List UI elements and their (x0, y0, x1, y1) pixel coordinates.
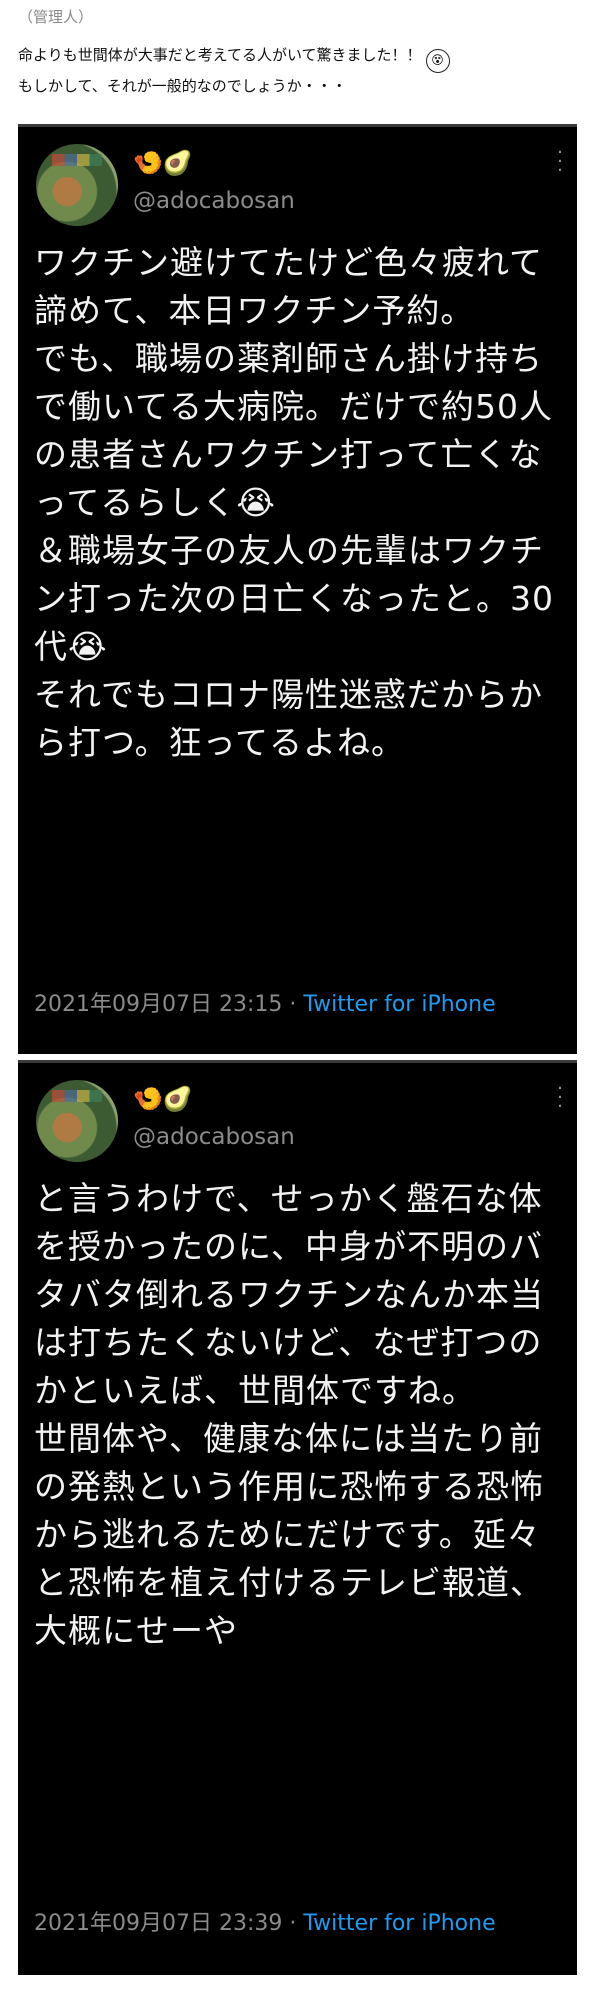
user-handle[interactable]: @adocabosan (133, 1124, 295, 1150)
tweet-text: と言うわけで、せっかく盤石な体を授かったのに、中身が不明のバタバタ倒れるワクチン… (34, 1179, 544, 1650)
meta-separator: · (289, 992, 297, 1017)
avatar[interactable] (36, 144, 118, 226)
tweet-source-link[interactable]: Twitter for iPhone (303, 1911, 495, 1936)
tweet-meta: 2021年09月07日 23:15 · Twitter for iPhone (34, 986, 496, 1018)
intro-line-1: 命よりも世間体が大事だと考えてる人がいて驚きました！！ 😵 (18, 42, 578, 73)
tweet-screenshot-1: 🍤🥑 @adocabosan · · · ワクチン避けてたけど色々疲れて諦めて、本日… (18, 124, 577, 1054)
tweet-timestamp[interactable]: 2021年09月07日 23:15 (34, 992, 282, 1017)
dizzy-face-icon: 😵 (425, 49, 450, 73)
more-options-icon[interactable]: · · · (555, 1080, 565, 1116)
display-name-emojis[interactable]: 🍤🥑 (133, 1084, 193, 1114)
intro-line-1-text: 命よりも世間体が大事だと考えてる人がいて驚きました！！ (18, 46, 422, 64)
tweet-text: ワクチン避けてたけど色々疲れて諦めて、本日ワクチン予約。 でも、職場の薬剤師さん… (34, 243, 554, 762)
avatar[interactable] (36, 1080, 118, 1162)
intro-line-2: もしかして、それが一般的なのでしょうか・・・ (18, 77, 347, 95)
tweet-card: 🍤🥑 @adocabosan · · · ワクチン避けてたけど色々疲れて諦めて、本日… (18, 124, 577, 1054)
meta-separator: · (289, 1911, 297, 1936)
tweet-card: 🍤🥑 @adocabosan · · · と言うわけで、せっかく盤石な体を授かったの… (18, 1060, 577, 1975)
tweet-meta: 2021年09月07日 23:39 · Twitter for iPhone (34, 1905, 496, 1937)
tweet-source-link[interactable]: Twitter for iPhone (303, 992, 495, 1017)
more-options-icon[interactable]: · · · (555, 144, 565, 180)
user-handle[interactable]: @adocabosan (133, 188, 295, 214)
display-name-emojis[interactable]: 🍤🥑 (133, 148, 193, 178)
admin-label: （管理人） (18, 8, 94, 26)
tweet-timestamp[interactable]: 2021年09月07日 23:39 (34, 1911, 282, 1936)
tweet-screenshot-2: 🍤🥑 @adocabosan · · · と言うわけで、せっかく盤石な体を授かったの… (18, 1060, 577, 1975)
intro-text: 命よりも世間体が大事だと考えてる人がいて驚きました！！ 😵 もしかして、それが一般… (18, 42, 578, 99)
